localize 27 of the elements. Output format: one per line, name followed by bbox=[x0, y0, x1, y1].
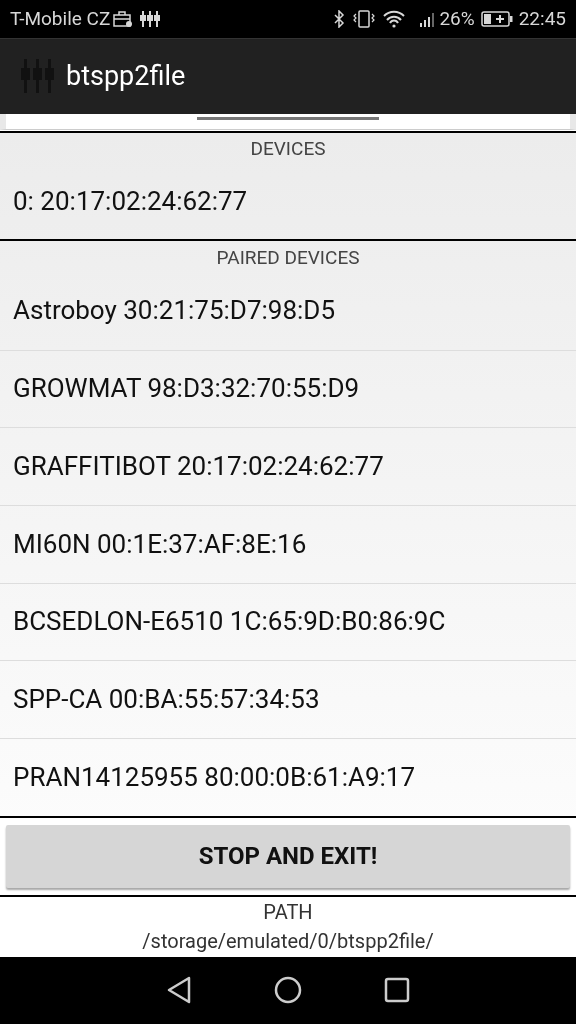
plug-icon bbox=[140, 9, 161, 28]
bluetooth-icon bbox=[333, 9, 346, 28]
carrier-name: T-Mobile CZ bbox=[10, 5, 111, 32]
recents-icon[interactable] bbox=[384, 977, 410, 1004]
battery-percentage: 26% bbox=[439, 5, 475, 32]
section-header: DEVICES bbox=[249, 135, 327, 162]
device-item[interactable]: Astroboy 30:21:75:D7:98:D5 bbox=[13, 291, 335, 331]
device-item[interactable]: GRAFFITIBOT 20:17:02:24:62:77 bbox=[13, 447, 384, 487]
device-item[interactable]: MI60N 00:1E:37:AF:8E:16 bbox=[13, 524, 307, 564]
device-item[interactable]: SPP-CA 00:BA:55:57:34:53 bbox=[13, 680, 320, 720]
home-icon[interactable] bbox=[274, 976, 302, 1005]
briefcase-icon bbox=[112, 9, 135, 28]
device-item[interactable]: PRAN14125955 80:00:0B:61:A9:17 bbox=[13, 757, 416, 797]
scroll-handle[interactable] bbox=[197, 116, 379, 120]
clock-time: 22:45 bbox=[518, 5, 566, 32]
section-header: PAIRED DEVICES bbox=[215, 244, 361, 271]
battery-charging-icon bbox=[480, 9, 513, 28]
device-item[interactable]: 0: 20:17:02:24:62:77 bbox=[13, 182, 248, 222]
stop-and-exit-button[interactable]: STOP AND EXIT! bbox=[6, 824, 570, 888]
app-title: btspp2file bbox=[66, 59, 186, 95]
path-label: PATH bbox=[262, 898, 314, 926]
device-item[interactable]: BCSEDLON-E6510 1C:65:9D:B0:86:9C bbox=[13, 602, 446, 642]
back-icon[interactable] bbox=[166, 976, 192, 1005]
path-value: /storage/emulated/0/btspp2file/ bbox=[141, 927, 435, 955]
vibrate-icon bbox=[353, 9, 376, 28]
wifi-icon bbox=[383, 9, 406, 28]
device-item[interactable]: GROWMAT 98:D3:32:70:55:D9 bbox=[13, 369, 360, 409]
